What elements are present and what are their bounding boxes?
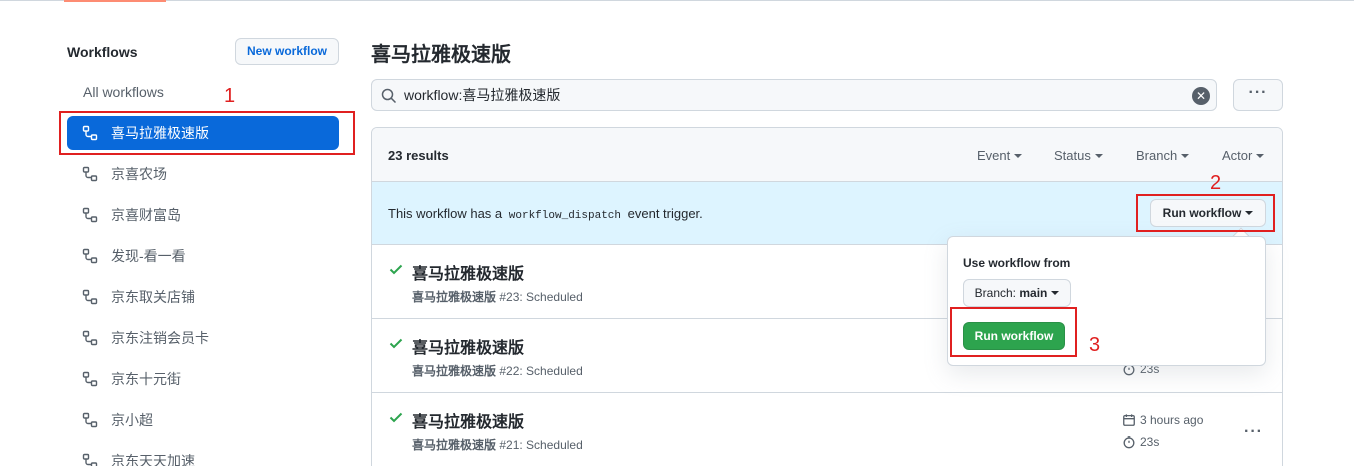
run-workflow-name: 喜马拉雅极速版: [412, 438, 497, 452]
check-icon: [388, 261, 404, 277]
sidebar-item-workflow[interactable]: 京东取关店铺: [67, 280, 339, 314]
sidebar-item-label: 京喜财富岛: [111, 207, 181, 223]
workflow-icon: [82, 289, 98, 305]
results-count: 23 results: [388, 148, 449, 163]
run-timestamp-value: 3 hours ago: [1140, 413, 1204, 427]
workflow-run-row[interactable]: 喜马拉雅极速版 喜马拉雅极速版 #21: Scheduled 3 hours a…: [372, 393, 1282, 466]
sidebar-item-all-workflows[interactable]: All workflows: [83, 84, 164, 100]
annotation-number-3: 3: [1089, 334, 1101, 356]
annotation-number-1: 1: [224, 85, 236, 107]
workflow-icon: [82, 330, 98, 346]
check-icon: [388, 409, 404, 425]
dispatch-suffix: event trigger.: [627, 206, 703, 221]
sidebar-item-workflow[interactable]: 发现-看一看: [67, 239, 339, 273]
run-title[interactable]: 喜马拉雅极速版: [412, 408, 524, 432]
run-number: #21: Scheduled: [499, 438, 583, 452]
workflow-icon: [82, 166, 98, 182]
run-duration: 23s: [1122, 435, 1159, 449]
sidebar-item-label: 京东取关店铺: [111, 289, 195, 305]
top-divider: [0, 0, 1354, 1]
event-filter-label: Event: [977, 148, 1011, 163]
workflow-icon: [82, 412, 98, 428]
caret-down-icon: [1181, 154, 1190, 158]
sidebar-item-workflow[interactable]: 京喜财富岛: [67, 198, 339, 232]
caret-down-icon: [1014, 154, 1023, 158]
annotation-number-2: 2: [1210, 172, 1222, 194]
run-meta: 喜马拉雅极速版 #22: Scheduled: [412, 362, 583, 379]
run-meta: 喜马拉雅极速版 #21: Scheduled: [412, 436, 583, 453]
workflow-icon: [82, 453, 98, 466]
annotation-box-1: [59, 111, 355, 155]
run-number: #23: Scheduled: [499, 290, 583, 304]
run-workflow-name: 喜马拉雅极速版: [412, 364, 497, 378]
sidebar-item-workflow[interactable]: 京东天天加速: [67, 444, 339, 466]
run-options-kebab-icon[interactable]: ···: [1244, 423, 1263, 441]
search-icon: [381, 88, 397, 104]
workflow-icon: [82, 248, 98, 264]
search-box[interactable]: ✕: [371, 79, 1217, 111]
search-input[interactable]: [404, 80, 1184, 110]
run-number: #22: Scheduled: [499, 364, 583, 378]
sidebar-item-label: 京东注销会员卡: [111, 330, 209, 346]
sidebar-item-label: 京东天天加速: [111, 453, 195, 466]
sidebar-item-label: 发现-看一看: [111, 248, 186, 264]
dispatch-message: This workflow has a workflow_dispatch ev…: [388, 206, 703, 222]
more-options-button[interactable]: ···: [1233, 79, 1283, 111]
event-filter[interactable]: Event: [977, 148, 1023, 163]
sidebar-item-label: 京小超: [111, 412, 153, 428]
annotation-box-2: [1136, 194, 1275, 232]
sidebar-item-label: 京喜农场: [111, 166, 167, 182]
workflow-icon: [82, 207, 98, 223]
annotation-box-3: [950, 307, 1077, 357]
sidebar-item-label: 京东十元街: [111, 371, 181, 387]
branch-filter[interactable]: Branch: [1136, 148, 1190, 163]
branch-filter-label: Branch: [1136, 148, 1178, 163]
run-title[interactable]: 喜马拉雅极速版: [412, 260, 524, 284]
actor-filter-label: Actor: [1222, 148, 1253, 163]
sidebar-item-workflow[interactable]: 京东十元街: [67, 362, 339, 396]
page-title: 喜马拉雅极速版: [371, 44, 511, 66]
branch-name: main: [1019, 286, 1048, 300]
new-workflow-button[interactable]: New workflow: [235, 38, 339, 65]
clear-search-icon[interactable]: ✕: [1192, 87, 1210, 105]
run-meta: 喜马拉雅极速版 #23: Scheduled: [412, 288, 583, 305]
actor-filter[interactable]: Actor: [1222, 148, 1265, 163]
check-icon: [388, 335, 404, 351]
sidebar-item-workflow[interactable]: 京小超: [67, 403, 339, 437]
run-title[interactable]: 喜马拉雅极速版: [412, 334, 524, 358]
caret-down-icon: [1051, 291, 1060, 295]
run-workflow-name: 喜马拉雅极速版: [412, 290, 497, 304]
stopwatch-icon: [1123, 436, 1135, 449]
popover-label: Use workflow from: [963, 256, 1071, 270]
sidebar-title: Workflows: [67, 44, 138, 60]
status-filter[interactable]: Status: [1054, 148, 1103, 163]
caret-down-icon: [1094, 154, 1103, 158]
caret-down-icon: [1256, 154, 1265, 158]
sidebar-item-workflow[interactable]: 京东注销会员卡: [67, 321, 339, 355]
sidebar-item-workflow[interactable]: 京喜农场: [67, 157, 339, 191]
branch-select-button[interactable]: Branch: main: [963, 279, 1071, 307]
results-header: 23 results Event Status Branch Actor: [372, 128, 1282, 182]
calendar-icon: [1123, 414, 1135, 426]
run-duration-value: 23s: [1140, 435, 1160, 449]
run-timestamp: 3 hours ago: [1122, 413, 1203, 427]
status-filter-label: Status: [1054, 148, 1091, 163]
active-tab-underline: [64, 0, 166, 2]
workflow-icon: [82, 371, 98, 387]
branch-prefix: Branch:: [974, 286, 1016, 300]
dispatch-prefix: This workflow has a: [388, 206, 503, 221]
dispatch-code: workflow_dispatch: [508, 210, 621, 222]
